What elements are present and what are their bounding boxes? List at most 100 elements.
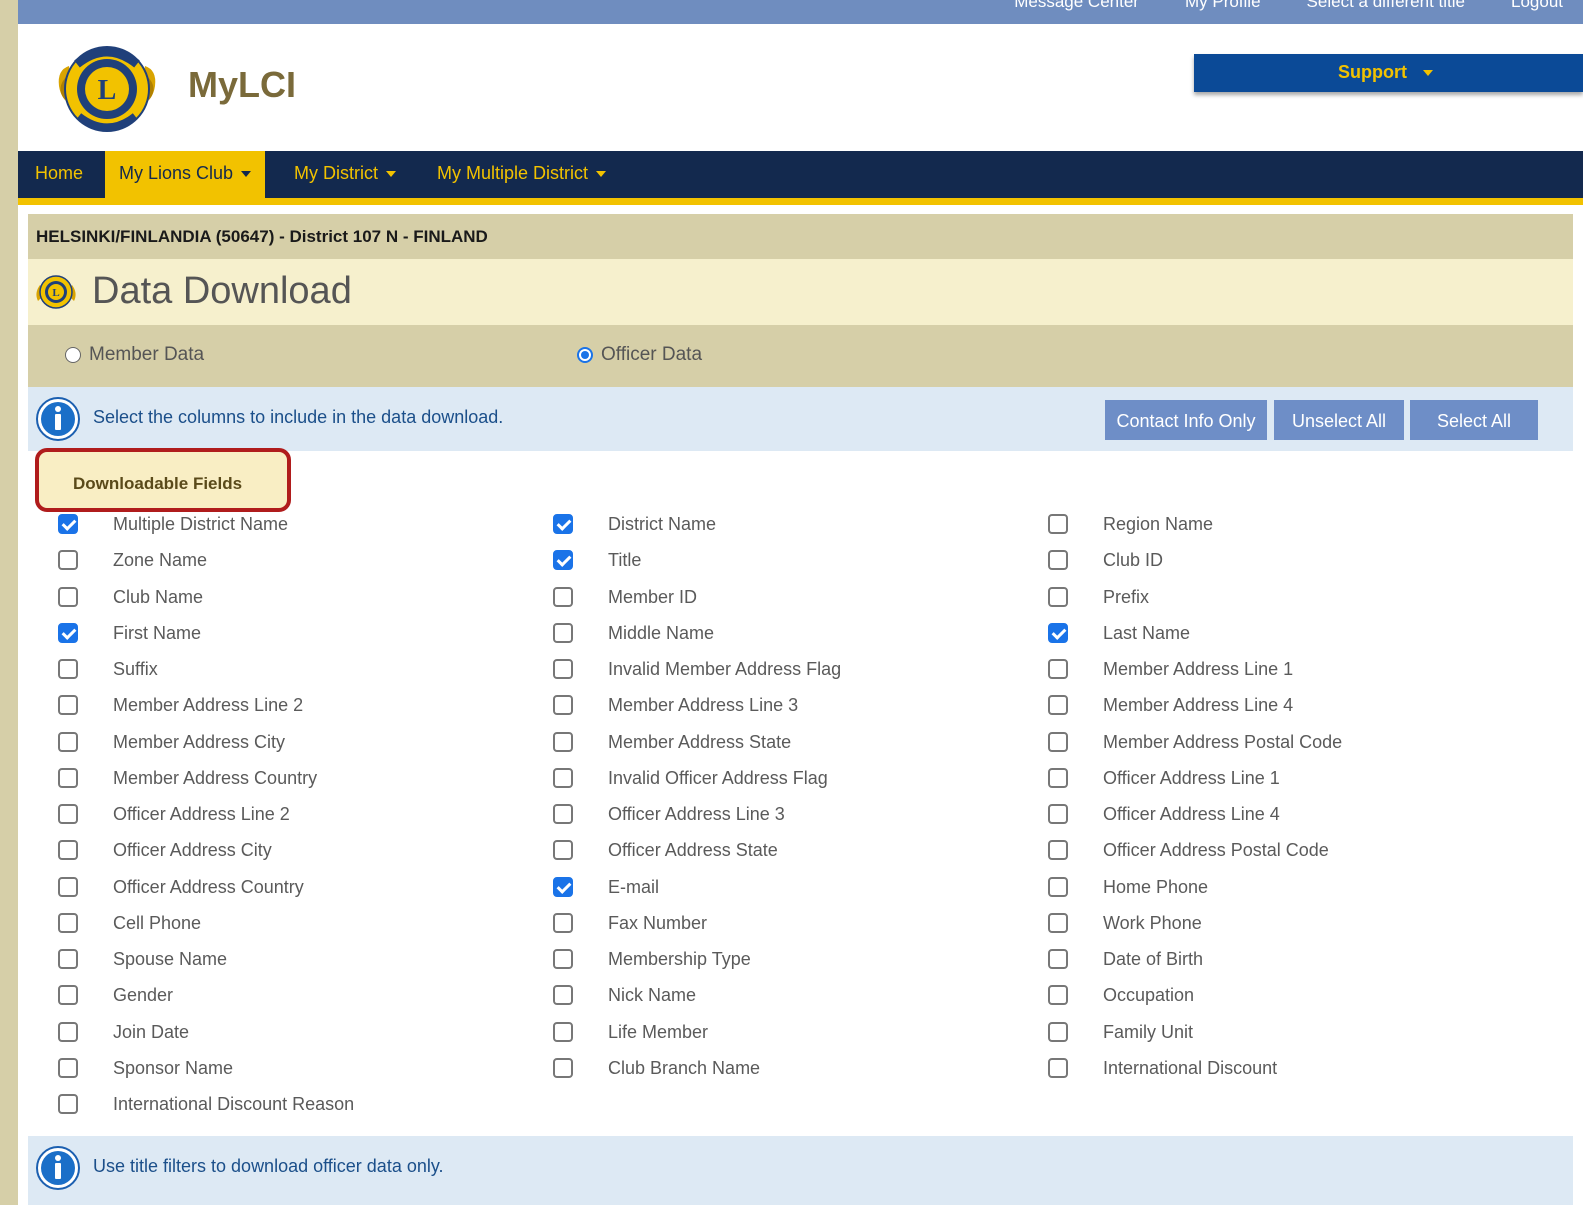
- field-option[interactable]: Officer Address Line 4: [1048, 796, 1280, 832]
- checkbox[interactable]: [1048, 985, 1068, 1005]
- checkbox[interactable]: [58, 587, 78, 607]
- checkbox[interactable]: [58, 659, 78, 679]
- field-option[interactable]: Officer Address State: [553, 832, 778, 868]
- checkbox[interactable]: [553, 913, 573, 933]
- checkbox-checked[interactable]: [58, 514, 78, 534]
- field-option[interactable]: Club ID: [1048, 542, 1163, 578]
- checkbox[interactable]: [553, 985, 573, 1005]
- lions-logo-icon[interactable]: L: [51, 36, 163, 142]
- checkbox[interactable]: [1048, 732, 1068, 752]
- field-option[interactable]: Invalid Officer Address Flag: [553, 760, 828, 796]
- field-option[interactable]: First Name: [58, 615, 201, 651]
- checkbox[interactable]: [1048, 877, 1068, 897]
- checkbox[interactable]: [1048, 587, 1068, 607]
- checkbox[interactable]: [58, 877, 78, 897]
- checkbox-checked[interactable]: [553, 550, 573, 570]
- field-option[interactable]: Fax Number: [553, 905, 707, 941]
- checkbox[interactable]: [58, 1058, 78, 1078]
- field-option[interactable]: Member Address Line 2: [58, 687, 303, 723]
- checkbox[interactable]: [553, 695, 573, 715]
- field-option[interactable]: Invalid Member Address Flag: [553, 651, 841, 687]
- field-option[interactable]: Last Name: [1048, 615, 1190, 651]
- field-option[interactable]: Spouse Name: [58, 941, 227, 977]
- checkbox[interactable]: [58, 840, 78, 860]
- field-option[interactable]: Region Name: [1048, 506, 1213, 542]
- nav-my-lions-club[interactable]: My Lions Club: [105, 151, 266, 198]
- field-option[interactable]: Suffix: [58, 651, 158, 687]
- message-center-link[interactable]: Message Center: [1014, 0, 1139, 12]
- checkbox[interactable]: [58, 732, 78, 752]
- field-option[interactable]: Club Branch Name: [553, 1050, 760, 1086]
- checkbox[interactable]: [1048, 804, 1068, 824]
- field-option[interactable]: Officer Address Line 2: [58, 796, 290, 832]
- field-option[interactable]: Middle Name: [553, 615, 714, 651]
- checkbox[interactable]: [553, 1058, 573, 1078]
- field-option[interactable]: International Discount: [1048, 1050, 1277, 1086]
- checkbox-checked[interactable]: [1048, 623, 1068, 643]
- checkbox-checked[interactable]: [553, 514, 573, 534]
- officer-data-radio[interactable]: Officer Data: [577, 344, 702, 366]
- checkbox[interactable]: [1048, 659, 1068, 679]
- field-option[interactable]: Sponsor Name: [58, 1050, 233, 1086]
- checkbox[interactable]: [1048, 1022, 1068, 1042]
- radio-circle-selected[interactable]: [577, 347, 593, 363]
- checkbox[interactable]: [553, 659, 573, 679]
- field-option[interactable]: Officer Address Line 3: [553, 796, 785, 832]
- checkbox[interactable]: [1048, 768, 1068, 788]
- field-option[interactable]: Member Address Postal Code: [1048, 724, 1342, 760]
- checkbox[interactable]: [1048, 1058, 1068, 1078]
- field-option[interactable]: Title: [553, 542, 641, 578]
- my-profile-link[interactable]: My Profile: [1185, 0, 1261, 12]
- field-option[interactable]: Member Address Line 1: [1048, 651, 1293, 687]
- field-option[interactable]: Home Phone: [1048, 869, 1208, 905]
- checkbox[interactable]: [58, 913, 78, 933]
- field-option[interactable]: International Discount Reason: [58, 1086, 354, 1122]
- field-option[interactable]: Occupation: [1048, 977, 1194, 1013]
- checkbox[interactable]: [553, 1022, 573, 1042]
- checkbox[interactable]: [553, 949, 573, 969]
- checkbox[interactable]: [1048, 840, 1068, 860]
- field-option[interactable]: Life Member: [553, 1014, 708, 1050]
- field-option[interactable]: E-mail: [553, 869, 659, 905]
- field-option[interactable]: Club Name: [58, 579, 203, 615]
- field-option[interactable]: Prefix: [1048, 579, 1149, 615]
- checkbox[interactable]: [58, 985, 78, 1005]
- field-option[interactable]: Officer Address Country: [58, 869, 304, 905]
- field-option[interactable]: Member Address Country: [58, 760, 317, 796]
- field-option[interactable]: Cell Phone: [58, 905, 201, 941]
- checkbox[interactable]: [58, 1094, 78, 1114]
- checkbox[interactable]: [1048, 695, 1068, 715]
- field-option[interactable]: Member Address State: [553, 724, 791, 760]
- select-all-button[interactable]: Select All: [1410, 400, 1538, 440]
- field-option[interactable]: Gender: [58, 977, 173, 1013]
- nav-my-multiple-district[interactable]: My Multiple District: [423, 151, 620, 198]
- checkbox[interactable]: [1048, 913, 1068, 933]
- checkbox[interactable]: [58, 804, 78, 824]
- nav-my-district[interactable]: My District: [280, 151, 410, 198]
- logout-link[interactable]: Logout: [1511, 0, 1563, 12]
- field-option[interactable]: Member ID: [553, 579, 697, 615]
- checkbox[interactable]: [1048, 514, 1068, 534]
- checkbox[interactable]: [553, 732, 573, 752]
- field-option[interactable]: Membership Type: [553, 941, 751, 977]
- select-title-link[interactable]: Select a different title: [1307, 0, 1465, 12]
- nav-home[interactable]: Home: [21, 151, 97, 198]
- checkbox[interactable]: [1048, 949, 1068, 969]
- checkbox[interactable]: [58, 768, 78, 788]
- checkbox[interactable]: [553, 623, 573, 643]
- checkbox[interactable]: [1048, 550, 1068, 570]
- field-option[interactable]: Family Unit: [1048, 1014, 1193, 1050]
- field-option[interactable]: Member Address City: [58, 724, 285, 760]
- member-data-radio[interactable]: Member Data: [65, 344, 204, 366]
- checkbox[interactable]: [553, 840, 573, 860]
- field-option[interactable]: Nick Name: [553, 977, 696, 1013]
- checkbox[interactable]: [553, 804, 573, 824]
- support-menu-button[interactable]: Support: [1194, 54, 1583, 92]
- field-option[interactable]: Date of Birth: [1048, 941, 1203, 977]
- checkbox[interactable]: [553, 587, 573, 607]
- field-option[interactable]: Member Address Line 3: [553, 687, 798, 723]
- unselect-all-button[interactable]: Unselect All: [1274, 400, 1404, 440]
- checkbox-checked[interactable]: [553, 877, 573, 897]
- downloadable-fields-tab[interactable]: Downloadable Fields: [35, 448, 291, 512]
- field-option[interactable]: District Name: [553, 506, 716, 542]
